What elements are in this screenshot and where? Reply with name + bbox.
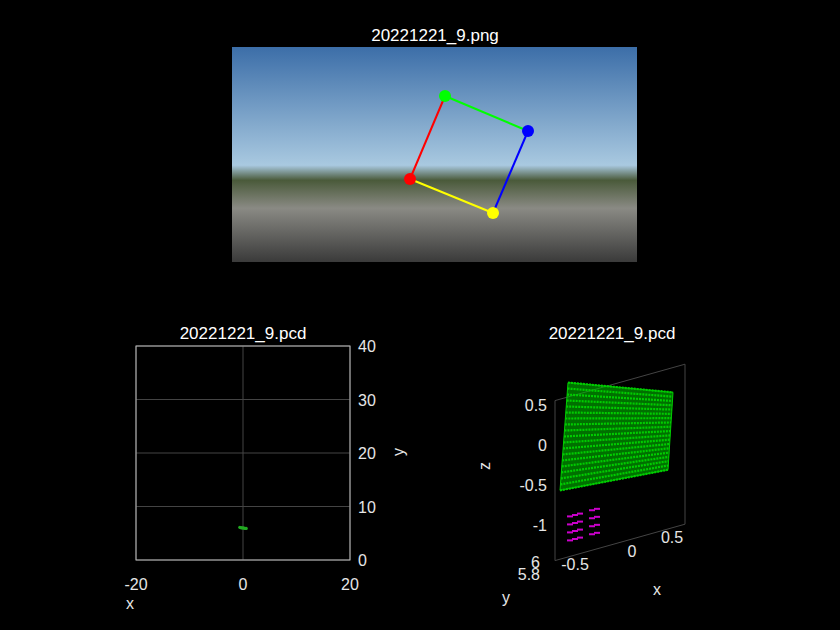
y-tick: 5.8	[518, 566, 540, 583]
grid-line	[685, 364, 686, 524]
y-tick: 40	[358, 338, 376, 355]
z-tick: -0.5	[519, 477, 547, 494]
leg-point	[577, 513, 583, 515]
leg-point	[594, 508, 600, 510]
y-axis-label: y	[390, 448, 407, 456]
grid-line	[555, 401, 556, 561]
corner-marker	[439, 90, 451, 102]
x-tick: -20	[124, 576, 147, 593]
x-tick: 0	[239, 576, 248, 593]
board-scanline	[567, 395, 672, 401]
y-tick: 10	[358, 499, 376, 516]
board-scanline	[560, 465, 668, 484]
board-scanline	[564, 427, 670, 431]
y-axis-label: y	[502, 589, 510, 606]
board-edge	[410, 179, 493, 213]
x-tick: 0	[628, 543, 637, 560]
grid-line	[136, 399, 350, 400]
z-tick: 0.5	[525, 397, 547, 414]
leg-point	[577, 529, 583, 531]
board-edge	[410, 96, 445, 179]
board-edge	[493, 131, 528, 213]
y-tick: 0	[358, 552, 367, 569]
grid-line	[136, 453, 350, 454]
corner-marker	[487, 207, 499, 219]
figure: 20221221_9.png 20221221_9.pcd -20 0 20 0 10 20 3…	[0, 0, 840, 630]
leg-point	[594, 516, 600, 518]
z-axis-label: z	[476, 462, 493, 470]
leg-point	[577, 521, 583, 523]
z-tick: -1	[533, 517, 547, 534]
z-tick: 0	[538, 437, 547, 454]
cloud-point	[245, 527, 248, 530]
leg-point	[577, 537, 583, 539]
top-view-title: 20221221_9.pcd	[180, 324, 307, 343]
x-tick: -0.5	[561, 556, 589, 573]
x-tick: 0.5	[661, 529, 683, 546]
leg-point	[594, 524, 600, 526]
view-3d-title: 20221221_9.pcd	[549, 324, 676, 343]
board-scanline	[560, 470, 668, 491]
board-scanline	[567, 401, 673, 406]
board-scanline	[565, 422, 671, 424]
y-tick: 30	[358, 392, 376, 409]
board-scanline	[563, 444, 670, 454]
x-axis-label: x	[126, 595, 134, 612]
corner-marker	[404, 173, 416, 185]
board-scanline	[565, 417, 671, 420]
corner-marker	[522, 125, 534, 137]
x-tick: 20	[341, 576, 359, 593]
board-scanline	[566, 413, 672, 414]
top-view-axes	[136, 346, 350, 560]
board-edge	[445, 96, 528, 131]
photo	[232, 47, 637, 262]
image-title: 20221221_9.png	[371, 26, 499, 45]
leg-point	[594, 532, 600, 534]
grid-line	[136, 506, 350, 507]
board-scanline	[566, 407, 672, 410]
board-plane	[560, 383, 673, 491]
y-tick: 20	[358, 445, 376, 462]
x-axis-label: x	[653, 581, 661, 598]
board-scanline	[563, 440, 670, 449]
